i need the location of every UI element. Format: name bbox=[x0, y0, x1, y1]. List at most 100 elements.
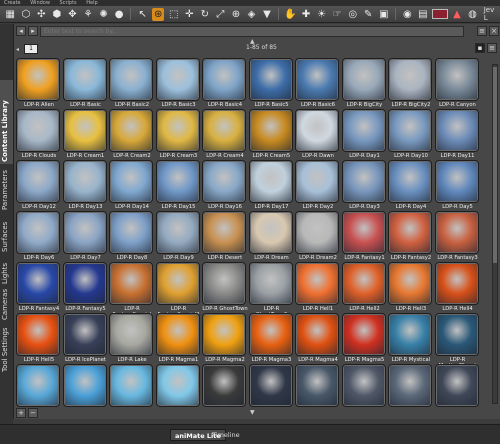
content-item[interactable]: LDP-R Magma1 bbox=[155, 313, 202, 366]
tab-lights[interactable]: Lights bbox=[0, 254, 13, 286]
spot-render-icon[interactable]: ▲ bbox=[451, 8, 464, 21]
content-item[interactable] bbox=[202, 364, 248, 409]
geometry-icon[interactable]: ⬡ bbox=[20, 8, 33, 21]
content-item[interactable] bbox=[295, 364, 341, 409]
remove-icon[interactable]: − bbox=[28, 408, 38, 418]
content-item[interactable] bbox=[434, 364, 481, 409]
content-item[interactable]: LDP-R BigCity2 bbox=[388, 58, 434, 111]
content-item[interactable]: LDP-R Fantasy3 bbox=[434, 211, 481, 264]
translate-icon[interactable]: ✛ bbox=[183, 8, 196, 21]
content-item[interactable]: LDP-R Magma2 bbox=[202, 313, 248, 366]
user-icon[interactable]: ◍ bbox=[466, 8, 479, 21]
vertical-scrollbar[interactable] bbox=[492, 64, 498, 404]
add-icon[interactable]: + bbox=[16, 408, 26, 418]
transform-icon[interactable]: ⊕ bbox=[230, 8, 243, 21]
search-menu-icon[interactable]: ≡ bbox=[477, 26, 487, 36]
tab-timeline[interactable]: Timeline bbox=[208, 429, 244, 441]
content-item[interactable] bbox=[388, 364, 434, 409]
content-item[interactable] bbox=[341, 364, 388, 409]
scrollbar-thumb[interactable] bbox=[493, 67, 497, 263]
content-item[interactable]: LDP-R Day1 bbox=[341, 109, 388, 162]
content-item[interactable]: LDP-R Day5 bbox=[434, 160, 481, 213]
content-item[interactable] bbox=[248, 364, 295, 409]
content-item[interactable]: LDP-R Mystical bbox=[388, 313, 434, 366]
pointer-icon[interactable]: ☞ bbox=[331, 8, 344, 21]
content-item[interactable]: LDP-R Dream bbox=[248, 211, 295, 264]
content-item[interactable]: LDP-R Hell3 bbox=[388, 262, 434, 315]
region-icon[interactable]: ⬚ bbox=[167, 8, 180, 21]
orbit-icon[interactable]: ◎ bbox=[346, 8, 359, 21]
content-item[interactable]: LDP-R Day15 bbox=[155, 160, 202, 213]
scale-icon[interactable]: ⤢ bbox=[214, 8, 227, 21]
content-item[interactable] bbox=[62, 364, 109, 409]
content-item[interactable]: LDP-R Fantasy5 bbox=[62, 262, 109, 315]
content-item[interactable]: LDP-R Day7 bbox=[62, 211, 109, 264]
content-item[interactable]: LDP-R Day6 bbox=[16, 211, 62, 264]
content-item[interactable]: LDP-R Cream2 bbox=[109, 109, 155, 162]
user-name[interactable]: Jev L bbox=[484, 6, 500, 22]
content-item[interactable]: LDP-R Basic2 bbox=[109, 58, 155, 111]
tab-cameras[interactable]: Cameras bbox=[0, 286, 13, 322]
content-item[interactable]: LDP-R Day11 bbox=[434, 109, 481, 162]
content-item[interactable]: LDP-R Fantasy4 bbox=[16, 262, 62, 315]
sphere-icon[interactable]: ● bbox=[113, 8, 126, 21]
content-item[interactable]: LDP-R Day9 bbox=[155, 211, 202, 264]
morph-icon[interactable]: ✺ bbox=[97, 8, 110, 21]
content-item[interactable]: LDP-R Cream5 bbox=[248, 109, 295, 162]
light-icon[interactable]: ☀ bbox=[315, 8, 328, 21]
content-item[interactable]: LDP-R Day12 bbox=[16, 160, 62, 213]
pose-icon[interactable]: ✥ bbox=[66, 8, 79, 21]
paint-icon[interactable]: ✎ bbox=[362, 8, 375, 21]
back-icon[interactable]: ◂ bbox=[16, 26, 26, 36]
content-item[interactable]: LDP-R Dream2 bbox=[295, 211, 341, 264]
content-item[interactable]: LDP-R Day2 bbox=[295, 160, 341, 213]
content-item[interactable]: LDP-R Basic6 bbox=[295, 58, 341, 111]
arrow-select-icon[interactable]: ↖ bbox=[136, 8, 149, 21]
content-item[interactable]: LDP-R BigCity bbox=[341, 58, 388, 111]
funnel-icon[interactable]: ▼ bbox=[261, 8, 274, 21]
walk-icon[interactable]: ✋ bbox=[284, 8, 297, 21]
icon-view-icon[interactable]: ▪ bbox=[475, 43, 485, 53]
content-item[interactable]: LDP-R Hell1 bbox=[295, 262, 341, 315]
content-item[interactable]: LDP-R Day8 bbox=[109, 211, 155, 264]
render-settings-icon[interactable]: ▤ bbox=[417, 8, 430, 21]
content-item[interactable]: LDP-R GhostTown bbox=[202, 262, 248, 315]
tab-surfaces[interactable]: Surfaces bbox=[0, 214, 13, 254]
list-view-icon[interactable]: ≡ bbox=[487, 43, 497, 53]
content-item[interactable]: LDP-R Day17 bbox=[248, 160, 295, 213]
aim-icon[interactable]: ✚ bbox=[300, 8, 313, 21]
forward-icon[interactable]: ▸ bbox=[28, 26, 38, 36]
node-tool-icon[interactable]: ⊛ bbox=[151, 7, 165, 21]
content-item[interactable]: LDP-R Dawn bbox=[295, 109, 341, 162]
content-item[interactable]: LDP-R Day13 bbox=[62, 160, 109, 213]
search-input[interactable] bbox=[40, 25, 464, 37]
content-item[interactable]: LDP-R Canyon bbox=[434, 58, 481, 111]
surface-icon[interactable]: ◈ bbox=[245, 8, 258, 21]
content-item[interactable]: LDP-R Day14 bbox=[109, 160, 155, 213]
content-item[interactable] bbox=[16, 364, 62, 409]
content-item[interactable]: LDP-R GhostTown2 bbox=[248, 262, 295, 318]
content-item[interactable]: LDP-R FantasySpecial bbox=[109, 262, 155, 318]
content-item[interactable]: LDP-R Day10 bbox=[388, 109, 434, 162]
render-icon[interactable]: ◉ bbox=[401, 8, 414, 21]
tab-tool-settings[interactable]: Tool Settings bbox=[0, 324, 13, 374]
content-item[interactable] bbox=[155, 364, 202, 409]
preview-thumbnail[interactable] bbox=[432, 9, 448, 19]
content-item[interactable]: LDP-R Cream4 bbox=[202, 109, 248, 162]
content-item[interactable]: LDP-R Day16 bbox=[202, 160, 248, 213]
page-number[interactable]: 1 bbox=[24, 44, 38, 54]
content-item[interactable]: LDP-R Clouds bbox=[16, 109, 62, 162]
content-item[interactable]: LDP-R Magma5 bbox=[341, 313, 388, 366]
content-item[interactable]: LDP-R Fantasy1 bbox=[341, 211, 388, 264]
layout-icon[interactable]: ▦ bbox=[4, 8, 17, 21]
content-item[interactable]: LDP-R Basic5 bbox=[248, 58, 295, 111]
page-prev-icon[interactable]: ◂ bbox=[16, 46, 19, 53]
content-item[interactable]: LDP-R FantasySpecial2 bbox=[155, 262, 202, 318]
expand-handle-icon[interactable]: ▼ bbox=[250, 409, 255, 416]
camera-icon[interactable]: ▣ bbox=[378, 8, 391, 21]
content-item[interactable]: LDP-R Day4 bbox=[388, 160, 434, 213]
content-item[interactable]: LDP-R Basic4 bbox=[202, 58, 248, 111]
joint-icon[interactable]: ✣ bbox=[35, 8, 48, 21]
bone-icon[interactable]: ⚘ bbox=[82, 8, 95, 21]
tab-content-library[interactable]: Content Library bbox=[0, 80, 13, 164]
